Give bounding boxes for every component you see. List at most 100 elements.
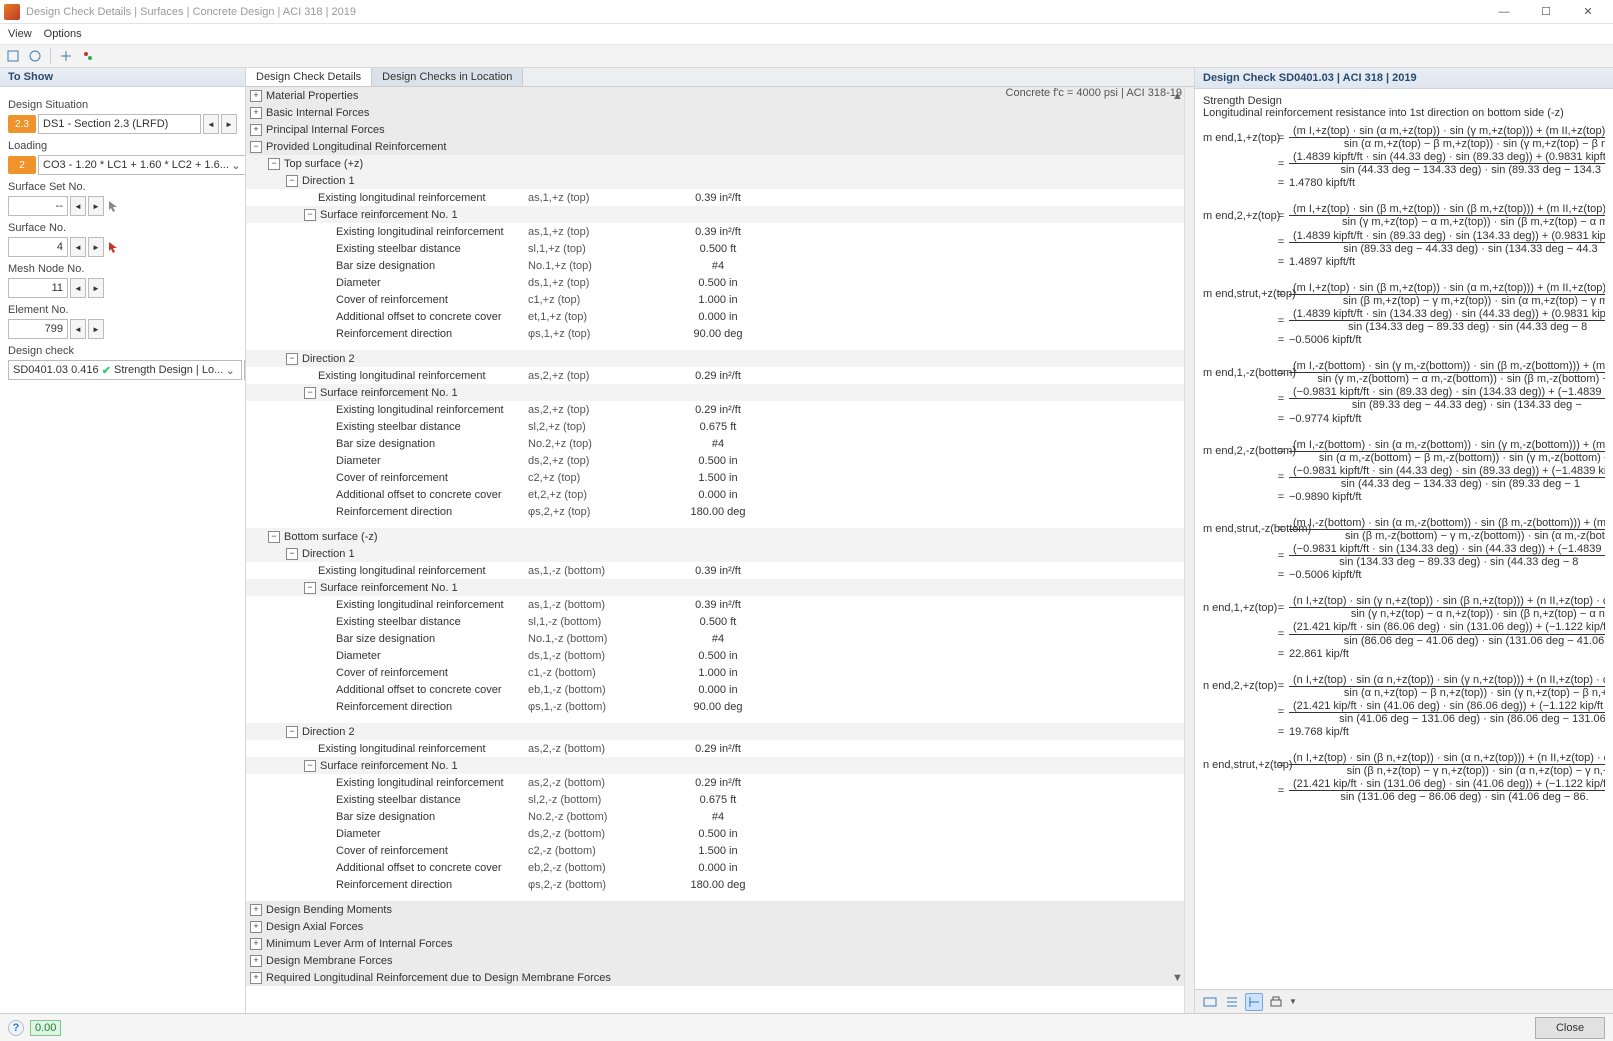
element-no-input[interactable]: 799 xyxy=(8,319,68,339)
eq-result: −0.5006 kipft/ft xyxy=(1289,334,1605,346)
design-check-name: Strength Design | Lo... xyxy=(114,364,223,376)
eq-result: −0.9774 kipft/ft xyxy=(1289,413,1605,425)
eq-lhs: m end,1,-z(bottom) xyxy=(1203,367,1273,379)
loading-combo[interactable]: CO3 - 1.20 * LC1 + 1.60 * LC2 + 1.6... ⌄ xyxy=(38,155,245,175)
toolbar xyxy=(0,44,1613,68)
pick-icon[interactable] xyxy=(106,198,122,214)
toolbar-icon-2[interactable] xyxy=(26,47,44,65)
right-line-2: Longitudinal reinforcement resistance in… xyxy=(1203,107,1605,119)
group-basic-forces[interactable]: +Basic Internal Forces xyxy=(246,104,1194,121)
surface-no-next[interactable]: ► xyxy=(88,237,104,257)
toolbar-icon-3[interactable] xyxy=(57,47,75,65)
equation-block: m end,strut,-z(bottom)=(m I,-z(bottom) ·… xyxy=(1203,517,1605,581)
caret-icon: ⌄ xyxy=(223,364,237,377)
group-material-props[interactable]: + Material Properties Concrete f'c = 400… xyxy=(246,87,1194,104)
table-row: Existing steelbar distancesl,1,-z (botto… xyxy=(246,613,1194,630)
table-row: Diameterds,1,-z (bottom)0.500 in xyxy=(246,647,1194,664)
top-d1-sr[interactable]: −Surface reinforcement No. 1 xyxy=(246,206,1194,223)
bot-d1-sr[interactable]: −Surface reinforcement No. 1 xyxy=(246,579,1194,596)
right-panel-header: Design Check SD0401.03 | ACI 318 | 2019 xyxy=(1195,68,1613,89)
equation-block: m end,strut,+z(top)=(m I,+z(top) · sin (… xyxy=(1203,282,1605,346)
header-right-text: Concrete f'c = 4000 psi | ACI 318-19 xyxy=(1006,87,1182,99)
table-row: Cover of reinforcementc1,+z (top)1.000 i… xyxy=(246,291,1194,308)
bot-d2-header[interactable]: −Direction 2 xyxy=(246,723,1194,740)
list-view-icon[interactable] xyxy=(1223,993,1241,1011)
group-min-lever[interactable]: +Minimum Lever Arm of Internal Forces xyxy=(246,935,1194,952)
bot-d2-sr[interactable]: −Surface reinforcement No. 1 xyxy=(246,757,1194,774)
table-row: Existing longitudinal reinforcementas,2,… xyxy=(246,401,1194,418)
eq-result: 19.768 kip/ft xyxy=(1289,726,1605,738)
print-dropdown-icon[interactable]: ▼ xyxy=(1289,997,1297,1006)
surface-set-input[interactable]: -- xyxy=(8,196,68,216)
design-check-prev[interactable]: ◄ xyxy=(244,360,245,380)
tab-design-checks-in-location[interactable]: Design Checks in Location xyxy=(372,68,523,86)
table-row: Existing steelbar distancesl,2,-z (botto… xyxy=(246,791,1194,808)
close-button[interactable]: Close xyxy=(1535,1017,1605,1039)
element-no-next[interactable]: ► xyxy=(88,319,104,339)
pick-surface-icon[interactable] xyxy=(106,239,122,255)
titlebar: Design Check Details | Surfaces | Concre… xyxy=(0,0,1613,24)
surface-no-prev[interactable]: ◄ xyxy=(70,237,86,257)
design-situation-value: DS1 - Section 2.3 (LRFD) xyxy=(43,118,196,130)
group-bending-moments[interactable]: +Design Bending Moments xyxy=(246,901,1194,918)
surface-no-label: Surface No. xyxy=(8,222,237,234)
mesh-node-input[interactable]: 11 xyxy=(8,278,68,298)
toolbar-icon-4[interactable] xyxy=(79,47,97,65)
window-title: Design Check Details | Surfaces | Concre… xyxy=(26,6,356,18)
surface-set-prev[interactable]: ◄ xyxy=(70,196,86,216)
menu-options[interactable]: Options xyxy=(44,28,82,40)
group-provided-reinf[interactable]: −Provided Longitudinal Reinforcement xyxy=(246,138,1194,155)
toolbar-icon-1[interactable] xyxy=(4,47,22,65)
subgroup-top-surface[interactable]: −Top surface (+z) xyxy=(246,155,1194,172)
design-check-combo[interactable]: SD0401.03 0.416 ✔ Strength Design | Lo..… xyxy=(8,360,242,380)
right-panel-body[interactable]: Strength Design Longitudinal reinforceme… xyxy=(1195,89,1613,989)
detailed-view-icon[interactable] xyxy=(1245,993,1263,1011)
design-situation-combo[interactable]: DS1 - Section 2.3 (LRFD) xyxy=(38,114,201,134)
surface-set-label: Surface Set No. xyxy=(8,181,237,193)
design-situation-prev[interactable]: ◄ xyxy=(203,114,219,134)
group-principal-forces[interactable]: +Principal Internal Forces xyxy=(246,121,1194,138)
design-check-code: SD0401.03 xyxy=(13,364,68,376)
bot-d1-header[interactable]: −Direction 1 xyxy=(246,545,1194,562)
table-row: Reinforcement directionφs,2,-z (bottom)1… xyxy=(246,876,1194,893)
left-panel-header: To Show xyxy=(0,68,245,87)
table-row: Reinforcement directionφs,1,-z (bottom)9… xyxy=(246,698,1194,715)
surface-set-next[interactable]: ► xyxy=(88,196,104,216)
subgroup-bottom-surface[interactable]: −Bottom surface (-z) xyxy=(246,528,1194,545)
element-no-prev[interactable]: ◄ xyxy=(70,319,86,339)
table-row: Diameterds,2,-z (bottom)0.500 in xyxy=(246,825,1194,842)
table-row: Reinforcement directionφs,1,+z (top)90.0… xyxy=(246,325,1194,342)
close-window-button[interactable]: ✕ xyxy=(1567,0,1609,24)
mesh-node-prev[interactable]: ◄ xyxy=(70,278,86,298)
help-icon[interactable]: ? xyxy=(8,1020,24,1036)
maximize-button[interactable]: ☐ xyxy=(1525,0,1567,24)
group-membrane-forces[interactable]: +Design Membrane Forces xyxy=(246,952,1194,969)
top-d1-header[interactable]: −Direction 1 xyxy=(246,172,1194,189)
design-situation-next[interactable]: ► xyxy=(221,114,237,134)
eq-lhs: m end,2,-z(bottom) xyxy=(1203,445,1273,457)
units-badge[interactable]: 0.00 xyxy=(30,1020,61,1036)
surface-no-input[interactable]: 4 xyxy=(8,237,68,257)
top-d2-header[interactable]: −Direction 2 xyxy=(246,350,1194,367)
formula-view-icon[interactable] xyxy=(1201,993,1219,1011)
eq-lhs: n end,1,+z(top) xyxy=(1203,602,1273,614)
top-d2-sr[interactable]: −Surface reinforcement No. 1 xyxy=(246,384,1194,401)
menu-view[interactable]: View xyxy=(8,28,32,40)
eq-result: 1.4780 kipft/ft xyxy=(1289,177,1605,189)
loading-chip: 2 xyxy=(8,156,36,174)
mesh-node-next[interactable]: ► xyxy=(88,278,104,298)
scrollbar[interactable] xyxy=(1184,87,1194,1013)
group-req-reinf[interactable]: +Required Longitudinal Reinforcement due… xyxy=(246,969,1194,986)
table-row: Existing longitudinal reinforcementas,1,… xyxy=(246,189,1194,206)
tree-area[interactable]: + Material Properties Concrete f'c = 400… xyxy=(246,87,1194,1013)
eq-lhs: n end,2,+z(top) xyxy=(1203,680,1273,692)
minimize-button[interactable]: — xyxy=(1483,0,1525,24)
right-panel: Design Check SD0401.03 | ACI 318 | 2019 … xyxy=(1195,68,1613,1013)
menubar: View Options xyxy=(0,24,1613,44)
eq-lhs: m end,strut,-z(bottom) xyxy=(1203,523,1273,535)
table-row: Existing longitudinal reinforcementas,1,… xyxy=(246,223,1194,240)
print-icon[interactable] xyxy=(1267,993,1285,1011)
tab-design-check-details[interactable]: Design Check Details xyxy=(246,68,372,86)
group-axial-forces[interactable]: +Design Axial Forces xyxy=(246,918,1194,935)
equation-block: m end,1,+z(top)=(m I,+z(top) · sin (α m,… xyxy=(1203,125,1605,189)
